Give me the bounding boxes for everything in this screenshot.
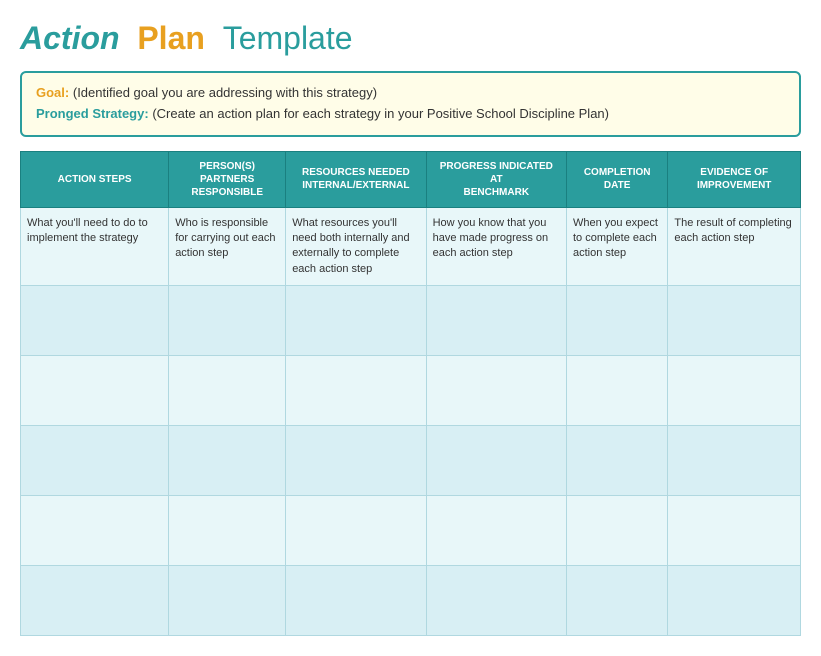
- table-row: [21, 496, 801, 566]
- cell-resources_needed[interactable]: [286, 426, 426, 496]
- title-template: Template: [223, 20, 353, 56]
- cell-persons_responsible[interactable]: [169, 566, 286, 636]
- cell-evidence_of_improvement[interactable]: [668, 566, 801, 636]
- table-row: What you'll need to do to implement the …: [21, 207, 801, 286]
- header-action-steps: ACTION STEPS: [21, 151, 169, 207]
- table-row: [21, 566, 801, 636]
- goal-label: Goal:: [36, 85, 69, 100]
- cell-resources_needed[interactable]: [286, 566, 426, 636]
- title-action: Action: [20, 20, 120, 56]
- cell-resources_needed[interactable]: [286, 496, 426, 566]
- cell-progress_indicated[interactable]: [426, 426, 566, 496]
- cell-completion_date[interactable]: [566, 286, 667, 356]
- cell-action_steps[interactable]: [21, 496, 169, 566]
- cell-progress_indicated[interactable]: [426, 566, 566, 636]
- header-resources-needed: RESOURCES NEEDEDINTERNAL/EXTERNAL: [286, 151, 426, 207]
- header-completion-date: COMPLETIONDATE: [566, 151, 667, 207]
- cell-evidence_of_improvement[interactable]: [668, 426, 801, 496]
- cell-progress_indicated[interactable]: [426, 496, 566, 566]
- cell-completion_date[interactable]: [566, 426, 667, 496]
- title-plan: Plan: [137, 20, 205, 56]
- header-progress-indicated: PROGRESS INDICATED ATBENCHMARK: [426, 151, 566, 207]
- cell-progress_indicated[interactable]: [426, 356, 566, 426]
- cell-evidence_of_improvement[interactable]: [668, 356, 801, 426]
- cell-action_steps[interactable]: [21, 566, 169, 636]
- cell-resources_needed[interactable]: [286, 286, 426, 356]
- cell-completion_date[interactable]: [566, 356, 667, 426]
- cell-action_steps[interactable]: [21, 426, 169, 496]
- cell-evidence_of_improvement[interactable]: The result of completing each action ste…: [668, 207, 801, 286]
- action-plan-table: ACTION STEPS PERSON(S)PARTNERSRESPONSIBL…: [20, 151, 801, 637]
- cell-persons_responsible[interactable]: [169, 356, 286, 426]
- cell-resources_needed[interactable]: What resources you'll need both internal…: [286, 207, 426, 286]
- cell-persons_responsible[interactable]: [169, 286, 286, 356]
- table-header-row: ACTION STEPS PERSON(S)PARTNERSRESPONSIBL…: [21, 151, 801, 207]
- header-persons-responsible: PERSON(S)PARTNERSRESPONSIBLE: [169, 151, 286, 207]
- cell-evidence_of_improvement[interactable]: [668, 286, 801, 356]
- cell-action_steps[interactable]: [21, 286, 169, 356]
- page-title: Action Plan Template: [20, 20, 801, 57]
- pronged-line: Pronged Strategy: (Create an action plan…: [36, 104, 785, 125]
- cell-completion_date[interactable]: When you expect to complete each action …: [566, 207, 667, 286]
- cell-completion_date[interactable]: [566, 496, 667, 566]
- pronged-label: Pronged Strategy:: [36, 106, 149, 121]
- cell-action_steps[interactable]: [21, 356, 169, 426]
- goal-text: (Identified goal you are addressing with…: [73, 85, 377, 100]
- cell-evidence_of_improvement[interactable]: [668, 496, 801, 566]
- table-row: [21, 286, 801, 356]
- cell-progress_indicated[interactable]: [426, 286, 566, 356]
- cell-completion_date[interactable]: [566, 566, 667, 636]
- goal-line: Goal: (Identified goal you are addressin…: [36, 83, 785, 104]
- cell-resources_needed[interactable]: [286, 356, 426, 426]
- table-row: [21, 356, 801, 426]
- table-row: [21, 426, 801, 496]
- goal-box: Goal: (Identified goal you are addressin…: [20, 71, 801, 137]
- cell-action_steps[interactable]: What you'll need to do to implement the …: [21, 207, 169, 286]
- cell-persons_responsible[interactable]: [169, 426, 286, 496]
- pronged-text: (Create an action plan for each strategy…: [152, 106, 609, 121]
- cell-persons_responsible[interactable]: [169, 496, 286, 566]
- cell-persons_responsible[interactable]: Who is responsible for carrying out each…: [169, 207, 286, 286]
- cell-progress_indicated[interactable]: How you know that you have made progress…: [426, 207, 566, 286]
- header-evidence-improvement: EVIDENCE OFIMPROVEMENT: [668, 151, 801, 207]
